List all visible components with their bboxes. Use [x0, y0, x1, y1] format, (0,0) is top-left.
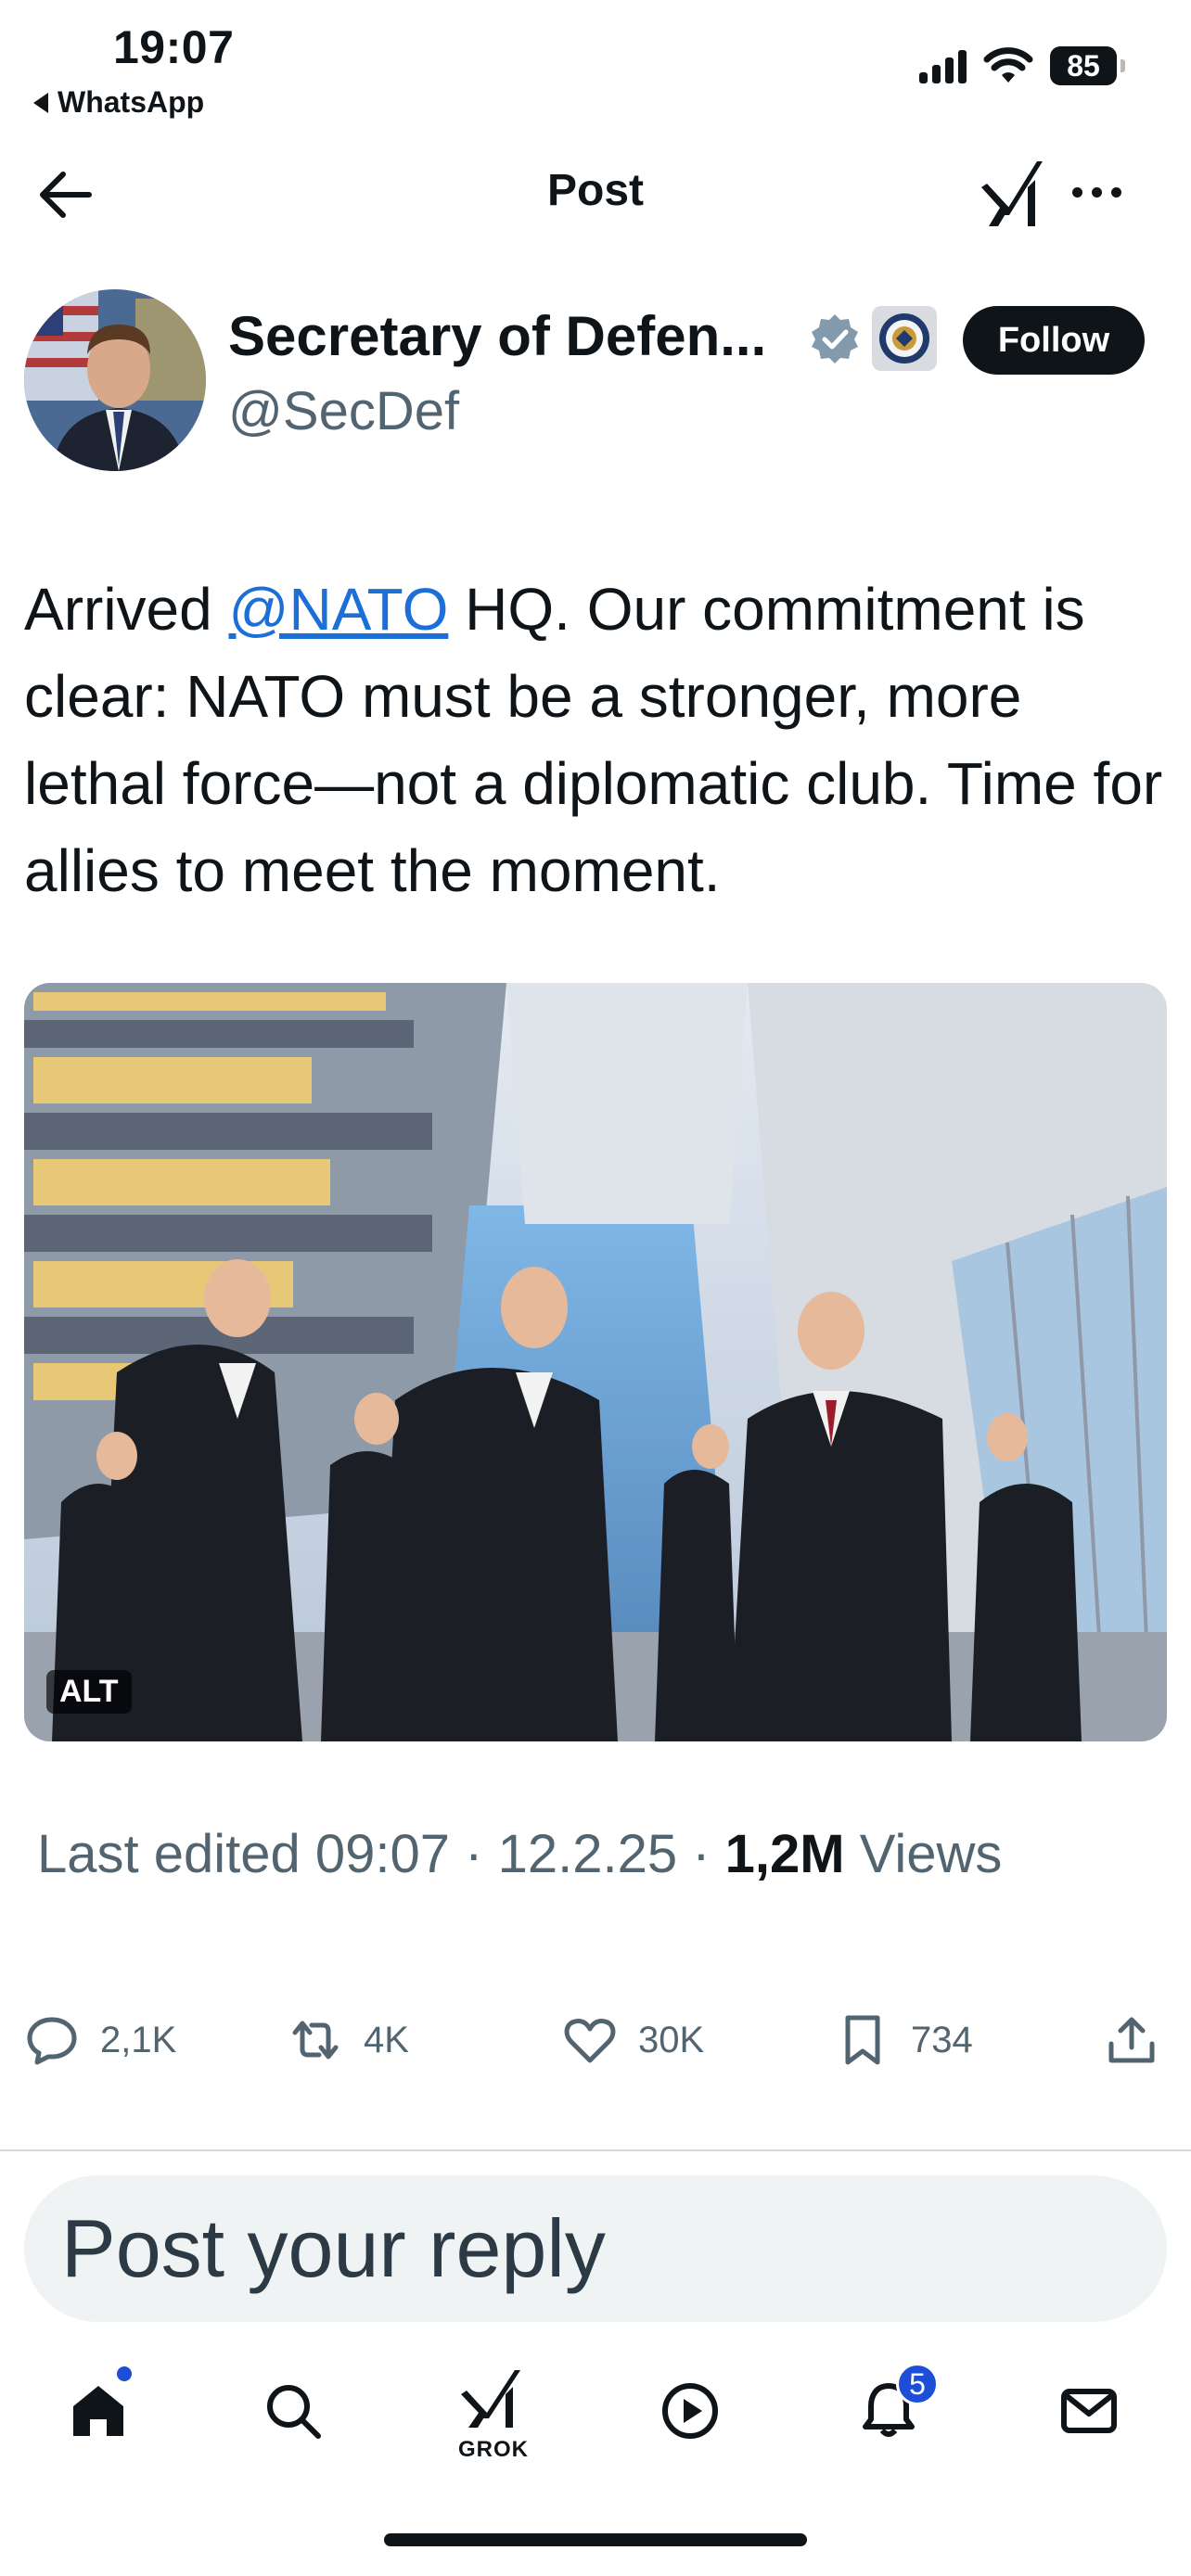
cellular-signal-icon — [919, 48, 967, 83]
notification-count-badge: 5 — [896, 2363, 939, 2405]
mail-icon — [1061, 2389, 1117, 2433]
battery-icon: 85 — [1050, 46, 1125, 85]
divider — [0, 2149, 1191, 2151]
status-time: 19:07 — [113, 21, 235, 73]
more-options-icon[interactable] — [1072, 187, 1121, 198]
heart-icon — [564, 2019, 616, 2063]
tab-notifications[interactable]: 5 — [842, 2363, 939, 2457]
grok-icon — [461, 2370, 520, 2428]
reply-count: 2,1K — [100, 2019, 177, 2060]
avatar[interactable] — [24, 289, 206, 471]
like-count: 30K — [638, 2019, 705, 2060]
share-icon — [1108, 2017, 1155, 2063]
reply-input[interactable] — [61, 2201, 1082, 2296]
post-meta: Last edited 09:07 · 12.2.25 · 1,2M Views — [37, 1823, 1002, 1885]
bottom-tab-bar: GROK 5 — [0, 2355, 1191, 2467]
grok-label: GROK — [458, 2437, 529, 2462]
views-count: 1,2M — [724, 1824, 845, 1884]
post-image[interactable]: ALT — [24, 983, 1167, 1741]
search-icon — [267, 2385, 321, 2439]
home-unread-dot — [117, 2366, 132, 2381]
edited-timestamp[interactable]: Last edited 09:07 · 12.2.25 — [37, 1824, 692, 1884]
repost-count: 4K — [364, 2019, 409, 2060]
status-icons: 85 — [919, 46, 1125, 85]
tab-search[interactable] — [247, 2365, 339, 2457]
author-name[interactable]: Secretary of Defen... — [228, 304, 766, 368]
views-label: Views — [844, 1824, 1003, 1884]
post-text: Arrived @NATO HQ. Our commitment is clea… — [24, 566, 1174, 914]
status-bar: 19:07 WhatsApp 85 — [0, 0, 1191, 130]
tab-messages[interactable] — [1043, 2365, 1135, 2457]
action-bar: 2,1K 4K 30K 734 — [0, 2012, 1191, 2077]
post-header: Post — [0, 148, 1191, 237]
wifi-icon — [983, 47, 1033, 83]
bookmark-button[interactable]: 734 — [835, 2012, 973, 2068]
back-app-label: WhatsApp — [58, 85, 205, 119]
follow-button[interactable]: Follow — [963, 306, 1145, 375]
affiliation-seal-icon[interactable] — [872, 306, 937, 371]
play-circle-icon — [662, 2383, 718, 2439]
tab-video[interactable] — [644, 2365, 736, 2457]
grok-logo-icon[interactable] — [981, 159, 1046, 228]
like-button[interactable]: 30K — [562, 2012, 704, 2068]
mention-link[interactable]: @NATO — [229, 576, 449, 643]
reply-icon — [27, 2017, 77, 2065]
back-to-app-link[interactable]: WhatsApp — [33, 85, 204, 120]
author-handle[interactable]: @SecDef — [228, 380, 459, 442]
alt-text-badge[interactable]: ALT — [46, 1670, 132, 1714]
back-triangle-icon — [33, 92, 48, 113]
verified-badge-icon — [812, 314, 858, 363]
repost-button[interactable]: 4K — [288, 2012, 409, 2068]
bookmark-icon — [845, 2015, 880, 2065]
home-indicator[interactable] — [384, 2533, 807, 2546]
share-button[interactable] — [1104, 2012, 1159, 2068]
reply-button[interactable]: 2,1K — [24, 2012, 176, 2068]
bookmark-count: 734 — [911, 2019, 973, 2060]
tab-grok[interactable]: GROK — [447, 2365, 540, 2462]
meta-separator: · — [692, 1824, 725, 1884]
home-icon — [73, 2386, 123, 2436]
tab-home[interactable] — [52, 2365, 145, 2457]
post-text-start: Arrived — [24, 576, 229, 643]
repost-icon — [292, 2021, 339, 2060]
reply-box[interactable] — [24, 2175, 1167, 2322]
